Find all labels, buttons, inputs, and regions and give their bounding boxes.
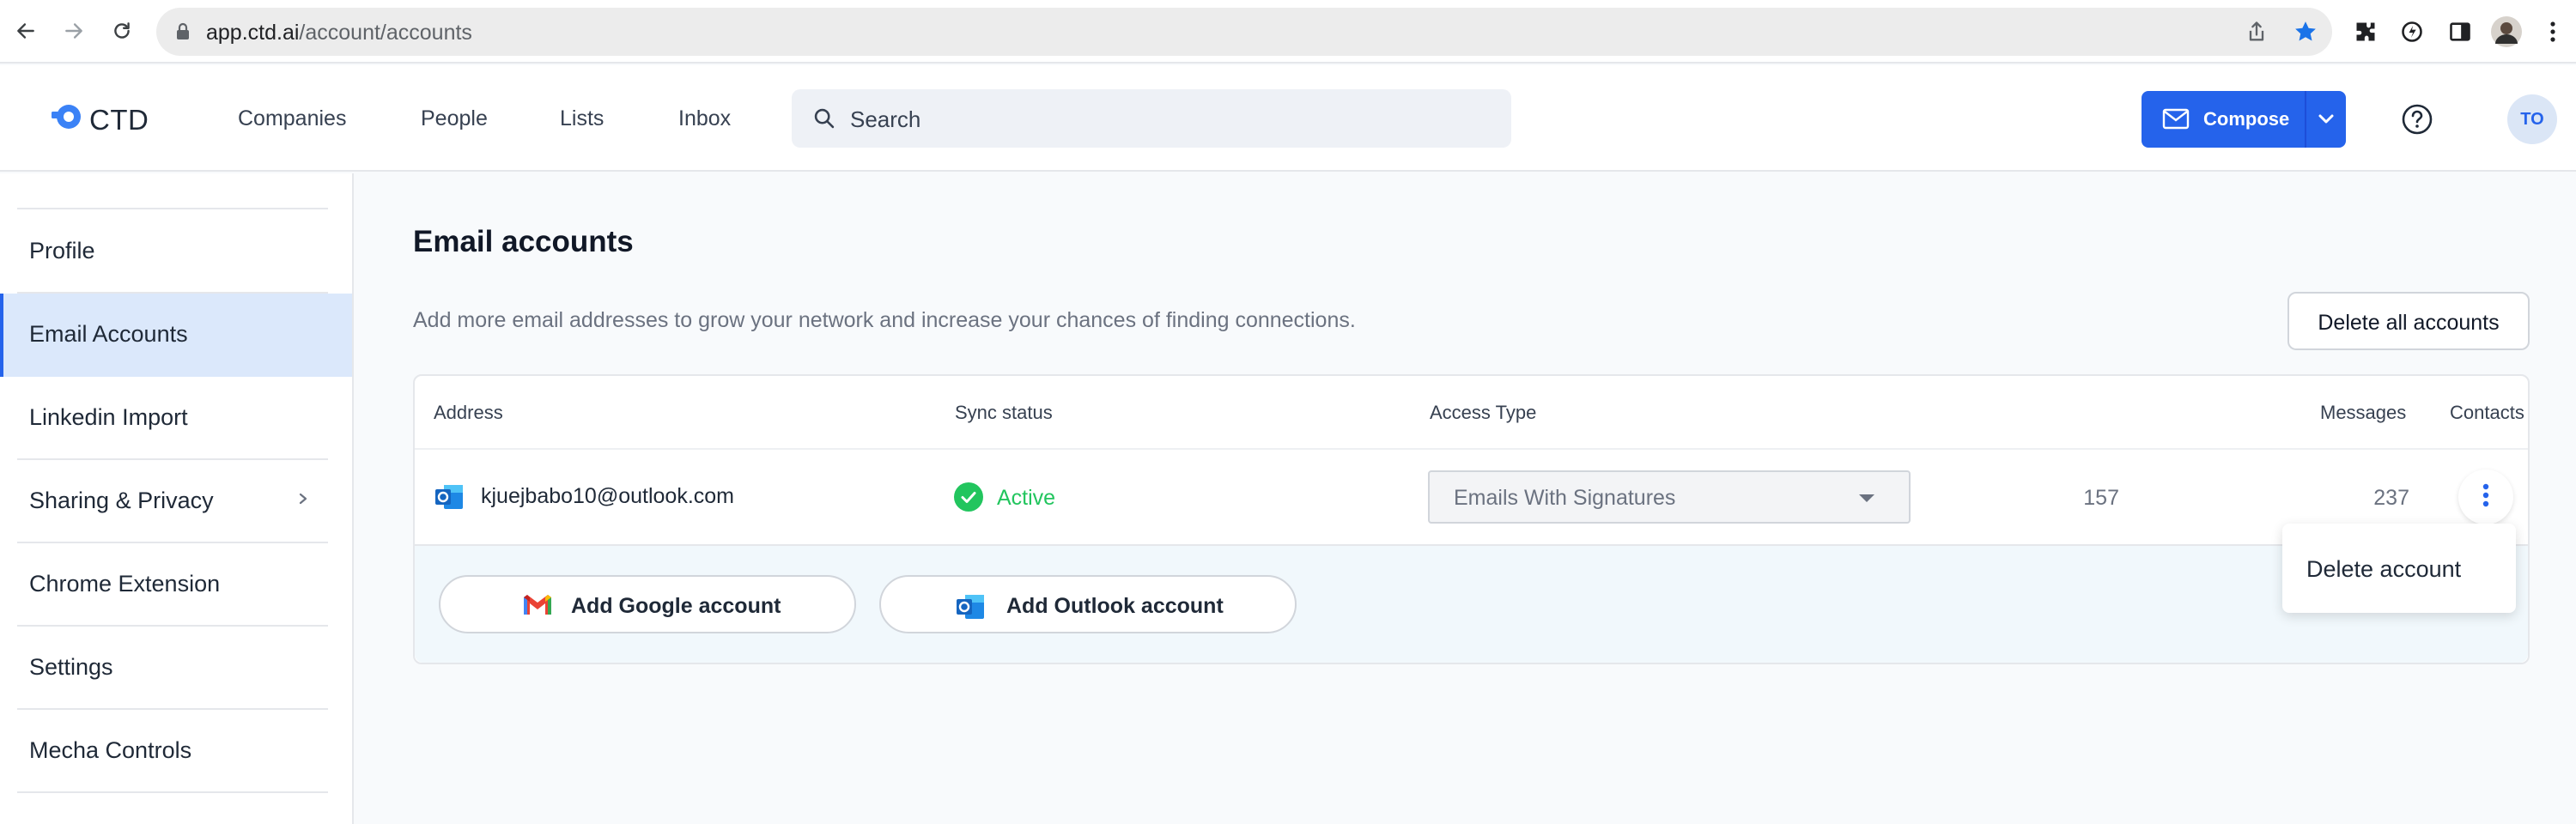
sidebar-item-profile[interactable]: Profile	[0, 210, 352, 294]
email-accounts-table: Address Sync status Access Type Contacts…	[413, 374, 2530, 664]
sidebar-item-chrome-extension[interactable]: Chrome Extension	[0, 543, 352, 627]
app-header: CTD Companies People Lists Inbox Search …	[0, 65, 2576, 172]
profile-avatar-icon[interactable]	[2490, 15, 2523, 48]
gmail-icon	[521, 592, 554, 622]
contacts-count: 157	[2083, 486, 2119, 510]
compose-button[interactable]: Compose	[2142, 91, 2346, 148]
chevron-right-icon	[297, 489, 309, 512]
account-address: kjuejbabo10@outlook.com	[481, 484, 735, 508]
column-header-address: Address	[434, 402, 503, 423]
row-actions-menu: Delete account	[2282, 524, 2516, 613]
url-host: app.ctd.ai	[206, 21, 300, 45]
url-path: /account/accounts	[299, 21, 472, 45]
sidebar-item-linkedin-import[interactable]: Linkedin Import	[0, 377, 352, 460]
row-actions-button[interactable]	[2458, 470, 2513, 524]
column-header-messages: Messages	[2320, 402, 2407, 423]
nav-lists[interactable]: Lists	[560, 106, 604, 131]
nav-inbox[interactable]: Inbox	[678, 106, 731, 131]
delete-all-accounts-button[interactable]: Delete all accounts	[2287, 292, 2530, 350]
sidebar-item-sharing-privacy[interactable]: Sharing & Privacy	[0, 460, 352, 543]
column-header-sync-status: Sync status	[955, 402, 1053, 423]
sidebar-item-label: Sharing & Privacy	[29, 488, 214, 513]
add-account-area: Add Google account Add Outlook account	[415, 546, 2528, 663]
sidebar-item-label: Mecha Controls	[29, 737, 192, 763]
reload-icon[interactable]	[105, 12, 139, 50]
sidebar-item-mecha-controls[interactable]: Mecha Controls	[0, 710, 352, 793]
ctd-logo-icon	[48, 100, 84, 140]
logo-text: CTD	[89, 103, 149, 136]
table-row: kjuejbabo10@outlook.com Active Emails Wi…	[415, 448, 2528, 546]
share-icon[interactable]	[2245, 20, 2269, 48]
forward-icon[interactable]	[57, 12, 91, 50]
browser-toolbar: app.ctd.ai/account/accounts	[0, 0, 2576, 64]
column-header-contacts: Contacts	[2450, 402, 2524, 423]
compose-mail-icon	[2162, 107, 2191, 136]
nav-people[interactable]: People	[421, 106, 488, 131]
settings-sidebar: Profile Email Accounts Linkedin Import S…	[0, 173, 354, 824]
messages-count: 237	[2373, 486, 2409, 510]
back-icon[interactable]	[9, 12, 43, 50]
search-input[interactable]: Search	[792, 89, 1511, 148]
compose-label: Compose	[2203, 108, 2290, 130]
extensions-puzzle-icon[interactable]	[2349, 15, 2382, 48]
url-text: app.ctd.ai/account/accounts	[206, 21, 472, 45]
extension-icon[interactable]	[2396, 15, 2428, 48]
browser-menu-icon[interactable]	[2537, 15, 2569, 48]
delete-all-accounts-label: Delete all accounts	[2318, 311, 2500, 335]
nav-companies[interactable]: Companies	[238, 106, 346, 131]
sync-status-badge: Active	[997, 486, 1056, 510]
sidebar-item-label: Profile	[29, 238, 95, 264]
sidebar-item-label: Chrome Extension	[29, 571, 221, 597]
column-header-access-type: Access Type	[1430, 402, 1537, 423]
outlook-icon	[955, 592, 986, 626]
logo[interactable]: CTD	[48, 100, 149, 140]
add-google-account-button[interactable]: Add Google account	[439, 575, 856, 633]
sidebar-item-email-accounts[interactable]: Email Accounts	[0, 294, 352, 377]
access-type-select[interactable]: Emails With Signatures	[1428, 470, 1911, 524]
add-outlook-account-button[interactable]: Add Outlook account	[879, 575, 1297, 633]
sidebar-divider	[17, 208, 328, 209]
help-icon[interactable]	[2401, 103, 2433, 136]
lock-icon	[175, 22, 191, 45]
address-bar[interactable]: app.ctd.ai/account/accounts	[156, 8, 2332, 56]
sidebar-item-settings[interactable]: Settings	[0, 627, 352, 710]
check-circle-icon	[954, 482, 983, 516]
search-icon	[812, 106, 836, 135]
outlook-icon	[434, 482, 465, 516]
add-google-account-label: Add Google account	[571, 594, 781, 618]
sidebar-divider	[17, 791, 328, 793]
access-type-value: Emails With Signatures	[1454, 486, 1676, 510]
chevron-down-icon[interactable]	[2306, 91, 2346, 148]
page-title: Email accounts	[413, 225, 634, 258]
side-panel-icon[interactable]	[2444, 15, 2476, 48]
sidebar-item-label: Linkedin Import	[29, 404, 188, 430]
delete-account-menu-item[interactable]: Delete account	[2282, 524, 2516, 613]
sidebar-item-label: Settings	[29, 654, 113, 680]
page-description: Add more email addresses to grow your ne…	[413, 308, 1356, 332]
add-outlook-account-label: Add Outlook account	[1006, 594, 1224, 618]
bookmark-star-icon[interactable]	[2293, 19, 2318, 49]
more-vertical-icon	[2482, 482, 2490, 513]
search-placeholder: Search	[850, 106, 921, 132]
avatar[interactable]: TO	[2507, 94, 2557, 144]
delete-account-label: Delete account	[2306, 556, 2462, 582]
sidebar-item-label: Email Accounts	[29, 321, 188, 347]
